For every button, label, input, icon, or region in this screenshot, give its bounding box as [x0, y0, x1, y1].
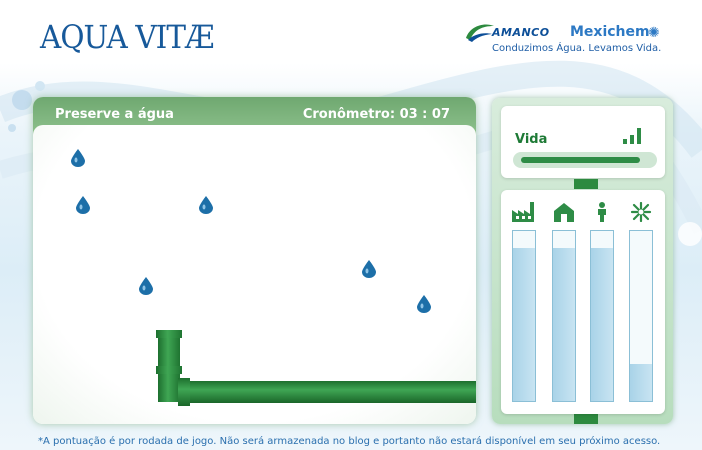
game-area[interactable]: Preserve a água Cronômetro: 03 : 07 [33, 97, 476, 424]
water-drop[interactable] [199, 196, 213, 214]
life-card: Vida [501, 106, 665, 178]
industry-water-meter [512, 230, 536, 402]
person-icon [598, 202, 606, 222]
plant-icon [630, 202, 652, 222]
house-icon [554, 203, 574, 222]
meter-fill [630, 363, 652, 401]
water-drop[interactable] [76, 196, 90, 214]
timer: Cronômetro: 03 : 07 [303, 107, 450, 122]
meter-fill [513, 248, 535, 401]
timer-value: 03 : 07 [399, 107, 450, 122]
pipe-connector [574, 414, 598, 424]
water-drop[interactable] [71, 149, 85, 167]
amanco-logo-text: AMANCO [492, 26, 550, 39]
life-bar-fill [521, 157, 640, 163]
water-drop[interactable] [139, 277, 153, 295]
meter-fill [553, 248, 575, 401]
people-water-meter [590, 230, 614, 402]
pipe-connector [574, 179, 598, 189]
sponsor-tagline: Conduzimos Água. Levamos Vida. [492, 43, 662, 54]
pipe-catcher[interactable] [154, 330, 476, 410]
consumption-card [501, 190, 665, 414]
game-title: Preserve a água [55, 107, 174, 122]
water-drop[interactable] [417, 295, 431, 313]
aqua-vitae-logo: AQUA VITÆ [40, 18, 215, 56]
mexichem-flower-icon: ✺ [648, 25, 660, 41]
amanco-swoosh-icon [466, 24, 494, 42]
life-bar [513, 152, 657, 168]
home-water-meter [552, 230, 576, 402]
sponsor-logos: AMANCO Mexichem ✺ Conduzimos Água. Levam… [464, 22, 686, 62]
factory-icon [512, 202, 534, 222]
signal-strength-icon [623, 128, 641, 144]
water-drop[interactable] [362, 260, 376, 278]
life-label: Vida [515, 132, 548, 147]
footnote: *A pontuação é por rodada de jogo. Não s… [38, 436, 661, 447]
timer-label: Cronômetro: [302, 107, 396, 122]
agriculture-water-meter [629, 230, 653, 402]
meter-fill [591, 248, 613, 401]
mexichem-logo-text: Mexichem [570, 24, 650, 40]
